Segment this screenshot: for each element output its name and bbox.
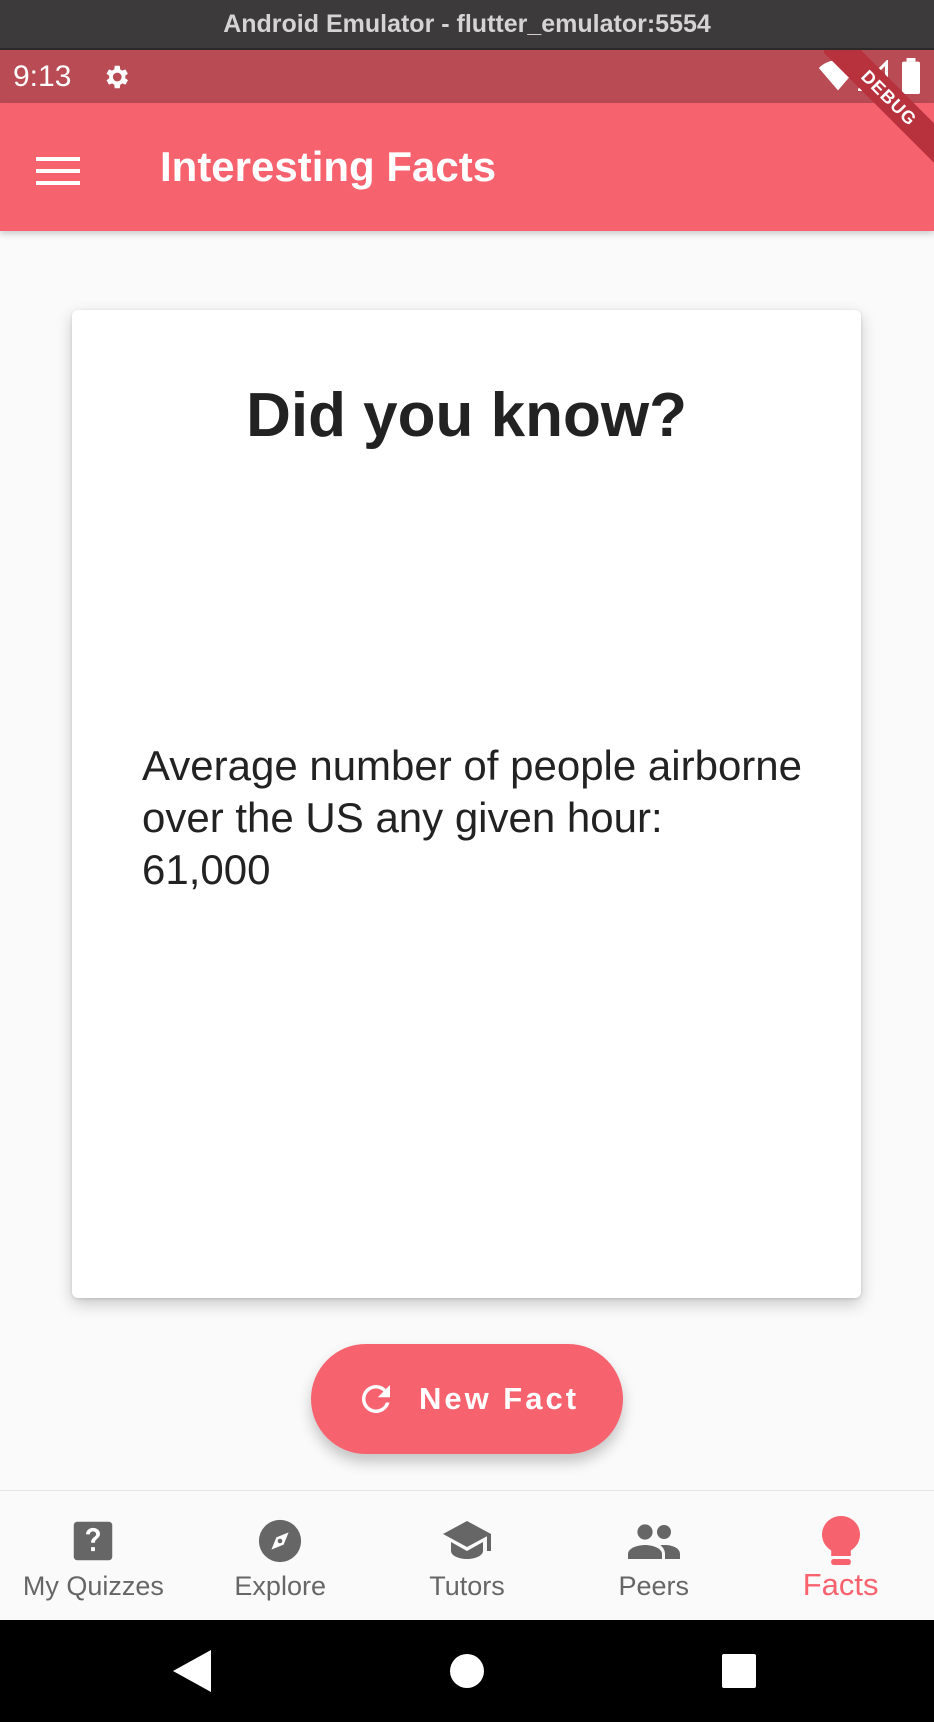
status-time: 9:13 [13,60,72,93]
graduation-cap-icon [441,1515,493,1567]
people-icon [627,1515,680,1567]
app-bar: Interesting Facts [0,103,934,231]
new-fact-button[interactable]: New Fact [311,1344,623,1454]
card-heading: Did you know? [246,381,687,450]
settings-gear-icon [106,65,128,89]
battery-icon [902,58,920,94]
refresh-icon [355,1378,397,1420]
lightbulb-icon [821,1515,860,1567]
menu-button[interactable] [30,143,86,199]
fact-text: Average number of people airborne over t… [142,742,803,893]
nav-item-peers[interactable]: Peers [560,1491,747,1621]
nav-label-tutors: Tutors [429,1571,505,1601]
nav-label-my-quizzes: My Quizzes [22,1571,164,1601]
signal-icon [858,60,888,91]
home-button[interactable] [427,1620,507,1722]
nav-item-facts[interactable]: Facts [747,1491,934,1621]
nav-item-my-quizzes[interactable]: My Quizzes [0,1491,187,1621]
nav-label-explore: Explore [234,1571,326,1601]
recents-button[interactable] [699,1620,779,1722]
back-button[interactable] [152,1620,232,1722]
compass-icon [257,1515,303,1567]
nav-label-peers: Peers [618,1571,690,1601]
nav-item-tutors[interactable]: Tutors [374,1491,561,1621]
emulator-title: Android Emulator - flutter_emulator:5554 [223,9,711,38]
system-navigation-bar [0,1620,934,1722]
nav-item-explore[interactable]: Explore [187,1491,374,1621]
page-title: Interesting Facts [160,143,497,190]
emulator-title-bar: Android Emulator - flutter_emulator:5554 [0,0,934,50]
home-circle-icon [450,1654,484,1688]
hamburger-menu-icon [36,157,80,185]
wifi-icon [818,60,858,91]
new-fact-label: New Fact [418,1381,580,1416]
fact-card: Did you know? Average number of people a… [72,310,861,1298]
status-bar: 9:13 [0,50,934,103]
quiz-icon [72,1515,114,1567]
bottom-navigation: My Quizzes Explore Tutors Peers Facts [0,1490,934,1621]
back-triangle-icon [173,1650,211,1692]
recents-square-icon [722,1654,756,1688]
nav-label-facts: Facts [802,1567,879,1602]
